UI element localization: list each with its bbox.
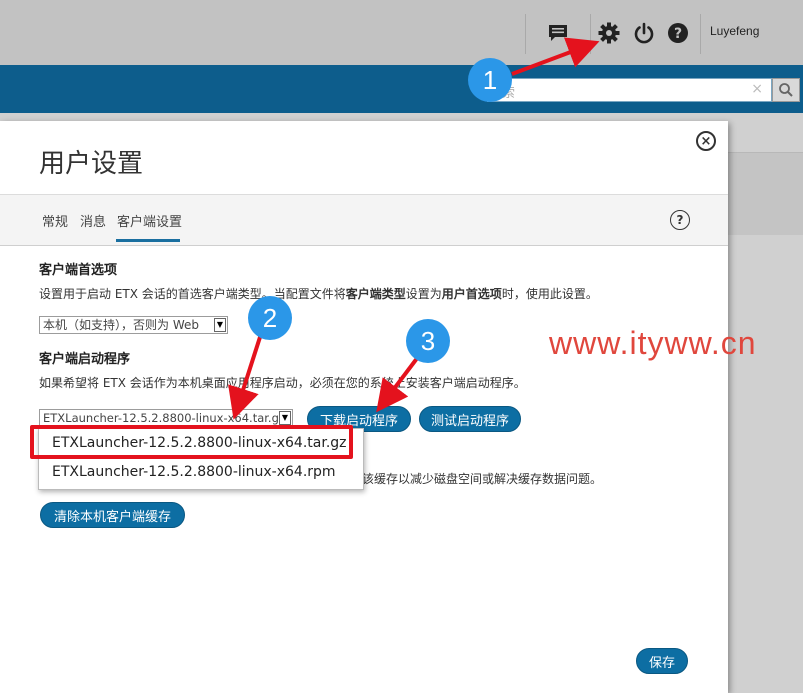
test-launcher-button[interactable]: 测试启动程序	[419, 406, 521, 432]
close-icon[interactable]: ×	[696, 131, 716, 151]
tab-client-settings[interactable]: 客户端设置	[117, 211, 182, 230]
tab-messages[interactable]: 消息	[80, 211, 106, 230]
preferred-description: 设置用于启动 ETX 会话的首选客户端类型。当配置文件将客户端类型设置为用户首选…	[39, 285, 598, 302]
power-icon[interactable]	[631, 20, 657, 46]
help-question-icon[interactable]: ?	[670, 210, 690, 230]
toolbar-separator	[525, 14, 526, 54]
username[interactable]: Luyefeng	[710, 24, 759, 38]
save-button[interactable]: 保存	[636, 648, 688, 674]
launcher-description: 如果希望将 ETX 会话作为本机桌面应用程序启动，必须在您的系统上安装客户端启动…	[39, 376, 526, 390]
watermark: www.ityww.cn	[549, 325, 757, 361]
toolbar-separator	[700, 14, 701, 54]
background-panel	[728, 152, 803, 235]
desc-bold: 用户首选项	[441, 287, 502, 301]
search-clear-icon[interactable]: ×	[751, 81, 763, 97]
select-value: ETXLauncher-12.5.2.8800-linux-x64.tar.gz	[43, 411, 285, 425]
svg-text:?: ?	[674, 26, 682, 42]
chevron-down-icon: ▼	[214, 318, 226, 332]
tab-general[interactable]: 常规	[42, 211, 68, 230]
cache-description: 该缓存以减少磁盘空间或解决缓存数据问题。	[362, 472, 603, 486]
step-badge-2: 2	[248, 296, 292, 340]
clear-cache-button[interactable]: 清除本机客户端缓存	[40, 502, 185, 528]
annotation-highlight-box	[30, 425, 353, 459]
dropdown-option[interactable]: ETXLauncher-12.5.2.8800-linux-x64.rpm	[52, 464, 336, 480]
step-badge-3: 3	[406, 319, 450, 363]
tab-bar: 常规 消息 客户端设置 ?	[0, 194, 728, 246]
search-input[interactable]: 索 ×	[487, 78, 772, 102]
desc-bold: 客户端类型	[345, 287, 406, 301]
toolbar-separator	[590, 14, 591, 54]
step-badge-1: 1	[468, 58, 512, 102]
select-value: 本机（如支持），否则为 Web	[43, 318, 199, 332]
chevron-down-icon: ▼	[279, 411, 291, 425]
gear-icon[interactable]	[596, 20, 622, 46]
section-title-launcher: 客户端启动程序	[39, 352, 131, 367]
search-button[interactable]	[772, 78, 800, 102]
preferred-client-select[interactable]: 本机（如支持），否则为 Web ▼	[39, 316, 228, 334]
user-settings-dialog: 用户设置 × 常规 消息 客户端设置 ? 客户端首选项 设置用于启动 ETX 会…	[0, 121, 728, 693]
section-title-preferred: 客户端首选项	[39, 263, 118, 278]
desc-part: 设置用于启动 ETX 会话的首选客户端类型。当配置文件将	[39, 287, 346, 301]
dialog-title: 用户设置	[39, 149, 144, 179]
search-icon	[779, 83, 793, 97]
message-icon[interactable]	[545, 20, 571, 46]
help-icon[interactable]: ?	[665, 20, 691, 46]
desc-part: 设置为	[405, 287, 442, 301]
active-tab-indicator	[116, 239, 180, 242]
desc-part: 时，使用此设置。	[501, 287, 598, 301]
top-toolbar: ? Luyefeng	[0, 0, 803, 65]
